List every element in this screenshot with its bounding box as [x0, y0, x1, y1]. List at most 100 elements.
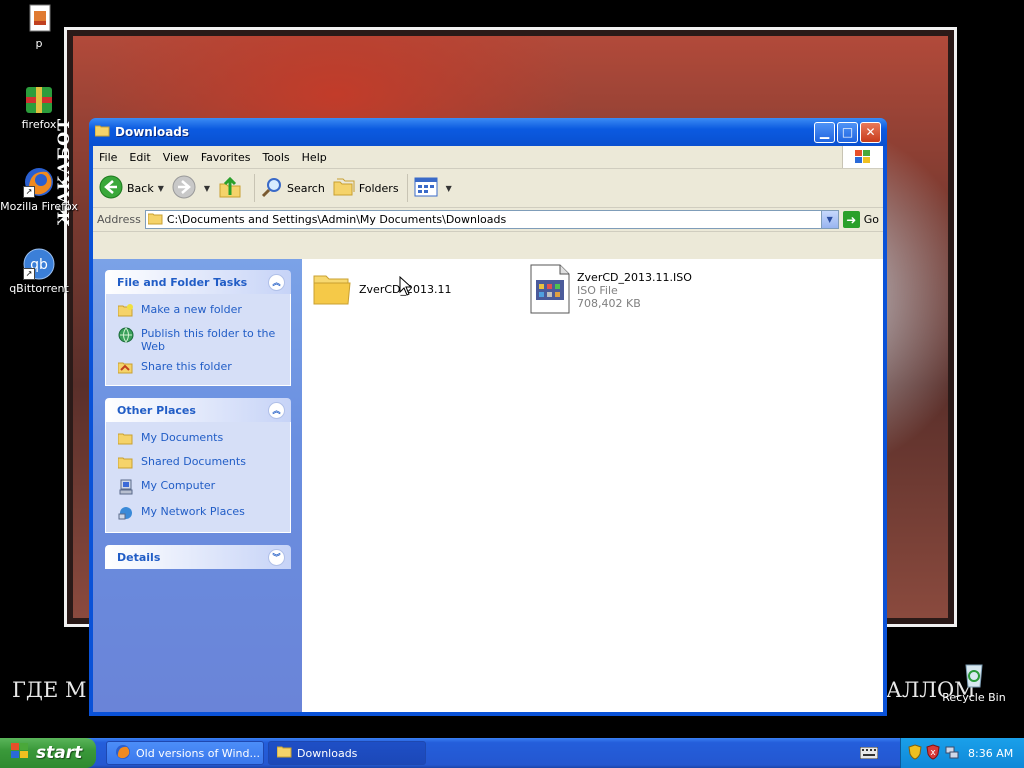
start-button[interactable]: start	[0, 738, 96, 768]
folder-large-icon	[312, 268, 352, 311]
back-arrow-icon	[99, 175, 123, 202]
file-folder-tasks-header[interactable]: File and Folder Tasks ︽	[105, 270, 291, 294]
shortcut-arrow-icon: ↗	[23, 186, 35, 198]
panel-body: My Documents Shared Documents My Compute…	[105, 422, 291, 533]
share-folder-link[interactable]: Share this folder	[117, 360, 284, 377]
back-dropdown-icon[interactable]: ▼	[158, 184, 164, 193]
task-button-downloads[interactable]: Downloads	[268, 741, 426, 765]
desktop-icon-recycle-bin[interactable]: Recycle Bin	[935, 657, 1013, 704]
folder-icon	[276, 745, 292, 761]
go-arrow-icon: ➜	[842, 211, 860, 228]
go-button[interactable]: ➜ Go	[842, 211, 879, 228]
desktop-icon-label: Mozilla Firefox	[0, 200, 78, 213]
task-button-label: Downloads	[297, 746, 358, 760]
folder-icon	[147, 212, 163, 228]
file-folder-tasks-panel: File and Folder Tasks ︽ Make a new folde…	[105, 270, 291, 386]
qbittorrent-icon: qb ↗	[23, 248, 55, 280]
maximize-button[interactable]: □	[837, 121, 858, 143]
desktop-icon-p[interactable]: p	[0, 3, 78, 50]
views-icon	[414, 177, 438, 200]
desktop-icon-qbittorrent[interactable]: qb ↗ qBittorrent	[0, 248, 78, 295]
security-alert-icon[interactable]: x	[926, 743, 940, 763]
details-header[interactable]: Details ︾	[105, 545, 291, 569]
menu-bar: File Edit View Favorites Tools Help	[93, 146, 883, 169]
desktop-icon-mozilla-firefox[interactable]: ↗ Mozilla Firefox	[0, 166, 78, 213]
collapse-up-icon[interactable]: ︽	[268, 401, 285, 419]
my-network-places-link[interactable]: My Network Places	[118, 505, 284, 524]
menu-file[interactable]: File	[99, 151, 125, 164]
keyboard-icon[interactable]	[859, 746, 879, 762]
menu-edit[interactable]: Edit	[129, 151, 158, 164]
address-input[interactable]: C:\Documents and Settings\Admin\My Docum…	[144, 210, 839, 229]
desktop-icon-label: Recycle Bin	[942, 691, 1006, 704]
menu-help[interactable]: Help	[302, 151, 335, 164]
desktop-icon-label: p	[35, 37, 43, 50]
views-dropdown-icon[interactable]: ▼	[446, 184, 452, 193]
desktop-icon-firefox[interactable]: firefox	[0, 84, 78, 131]
collapse-up-icon[interactable]: ︽	[268, 273, 285, 291]
svg-text:x: x	[930, 748, 936, 758]
search-icon	[261, 176, 283, 201]
folders-button[interactable]: Folders	[333, 176, 399, 201]
expand-down-icon[interactable]: ︾	[268, 548, 285, 566]
publish-folder-link[interactable]: Publish this folder to the Web	[118, 327, 284, 353]
title-bar[interactable]: Downloads ▁ □ ✕	[89, 118, 887, 146]
maximize-icon: □	[841, 125, 854, 139]
folders-label: Folders	[358, 181, 399, 195]
address-bar: Address C:\Documents and Settings\Admin\…	[93, 208, 883, 232]
close-button[interactable]: ✕	[860, 121, 881, 143]
file-type: ISO File	[577, 284, 618, 297]
windows-flag-icon	[10, 742, 30, 765]
new-folder-icon	[117, 303, 134, 320]
globe-icon	[118, 327, 134, 346]
firefox-icon: ↗	[23, 166, 55, 198]
minimize-icon: ▁	[819, 125, 830, 139]
make-new-folder-link[interactable]: Make a new folder	[117, 303, 284, 320]
task-pane: File and Folder Tasks ︽ Make a new folde…	[93, 259, 302, 712]
wallpaper-caption-left: ГДЕ М	[12, 678, 87, 702]
network-icon	[118, 505, 134, 524]
shield-icon[interactable]	[908, 743, 922, 763]
mouse-cursor-icon	[399, 275, 413, 299]
file-view: ZverCD_2013.11 ZverCD_2013.11.ISO ISO Fi…	[302, 259, 883, 712]
place-link-label: My Documents	[141, 431, 224, 444]
task-button-firefox[interactable]: Old versions of Wind...	[106, 741, 264, 765]
back-button[interactable]: Back ▼	[99, 175, 164, 202]
up-button[interactable]	[218, 175, 246, 202]
shortcut-arrow-icon: ↗	[23, 268, 35, 280]
iso-file-item[interactable]: ZverCD_2013.11.ISO ISO File 708,402 KB	[530, 264, 692, 317]
place-link-label: Shared Documents	[141, 455, 246, 468]
forward-dropdown-icon[interactable]: ▼	[204, 184, 210, 193]
close-icon: ✕	[865, 125, 876, 139]
my-computer-link[interactable]: My Computer	[118, 479, 284, 498]
other-places-panel: Other Places ︽ My Documents Shared Docum…	[105, 398, 291, 533]
address-path: C:\Documents and Settings\Admin\My Docum…	[166, 213, 507, 226]
network-tray-icon[interactable]	[944, 744, 960, 763]
address-label: Address	[97, 213, 141, 226]
file-size: 708,402 KB	[577, 297, 641, 310]
search-button[interactable]: Search	[261, 176, 325, 201]
minimize-button[interactable]: ▁	[814, 121, 835, 143]
my-documents-link[interactable]: My Documents	[117, 431, 284, 448]
folder-icon	[117, 455, 134, 472]
address-dropdown-button[interactable]: ▼	[820, 211, 838, 228]
menu-tools[interactable]: Tools	[263, 151, 298, 164]
other-places-header[interactable]: Other Places ︽	[105, 398, 291, 422]
toolbar-separator	[254, 174, 256, 202]
menu-view[interactable]: View	[163, 151, 197, 164]
window-client: File Edit View Favorites Tools Help Back…	[93, 146, 883, 712]
panel-body: Make a new folder Publish this folder to…	[105, 294, 291, 386]
panel-title: File and Folder Tasks	[117, 275, 248, 289]
file-name: ZverCD_2013.11.ISO	[577, 271, 692, 284]
forward-button[interactable]: ▼	[172, 175, 210, 202]
task-link-label: Share this folder	[141, 360, 232, 373]
task-link-label: Publish this folder to the Web	[141, 327, 276, 353]
shared-documents-link[interactable]: Shared Documents	[117, 455, 284, 472]
panel-title: Details	[117, 550, 161, 564]
folder-item[interactable]: ZverCD_2013.11	[312, 268, 451, 311]
folder-icon	[117, 431, 134, 448]
menu-favorites[interactable]: Favorites	[201, 151, 259, 164]
task-button-label: Old versions of Wind...	[136, 746, 260, 760]
views-button[interactable]: ▼	[414, 177, 452, 200]
details-panel: Details ︾	[105, 545, 291, 569]
